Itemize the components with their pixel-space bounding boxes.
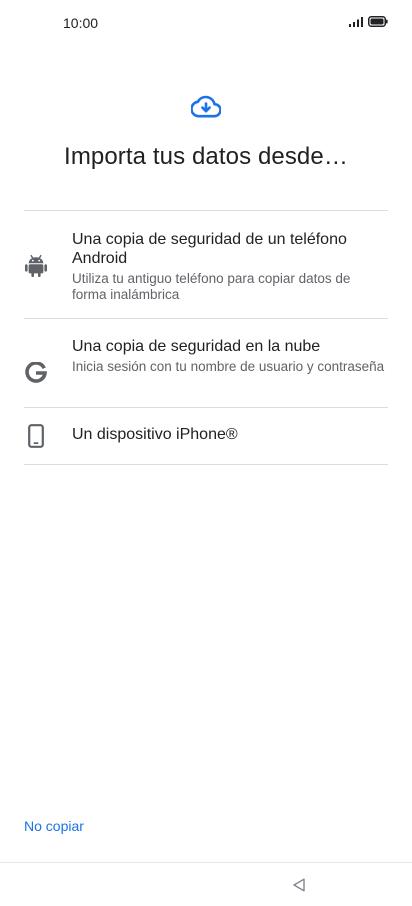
- signal-icon: [349, 16, 363, 27]
- screen: 10:00 Importa tus datos desde… Una copia…: [0, 0, 412, 906]
- option-text: Una copia de seguridad en la nube Inicia…: [72, 337, 388, 375]
- google-icon: [24, 361, 48, 385]
- page-title: Importa tus datos desde…: [64, 143, 348, 170]
- option-title: Una copia de seguridad en la nube: [72, 338, 321, 355]
- option-text: Una copia de seguridad de un teléfono An…: [72, 230, 388, 303]
- option-subtitle: Inicia sesión con tu nombre de usuario y…: [72, 359, 385, 374]
- back-triangle-icon[interactable]: [291, 877, 307, 893]
- option-cloud-backup[interactable]: Una copia de seguridad en la nube Inicia…: [24, 319, 388, 408]
- skip-copy-link[interactable]: No copiar: [24, 818, 84, 834]
- smartphone-icon: [24, 424, 48, 448]
- option-title: Un dispositivo iPhone®: [72, 426, 238, 443]
- option-iphone[interactable]: Un dispositivo iPhone®: [24, 408, 388, 465]
- option-text: Un dispositivo iPhone®: [72, 425, 388, 444]
- import-options-list: Una copia de seguridad de un teléfono An…: [24, 210, 388, 465]
- status-bar: 10:00: [0, 0, 412, 46]
- option-android-backup[interactable]: Una copia de seguridad de un teléfono An…: [24, 211, 388, 319]
- cloud-download-icon: [191, 95, 221, 118]
- android-icon: [24, 254, 48, 278]
- system-nav-bar: [0, 862, 412, 906]
- status-icons: [349, 16, 388, 27]
- option-title: Una copia de seguridad de un teléfono An…: [72, 231, 347, 267]
- status-time: 10:00: [63, 15, 99, 31]
- option-subtitle: Utiliza tu antiguo teléfono para copiar …: [72, 271, 351, 302]
- battery-icon: [368, 16, 388, 27]
